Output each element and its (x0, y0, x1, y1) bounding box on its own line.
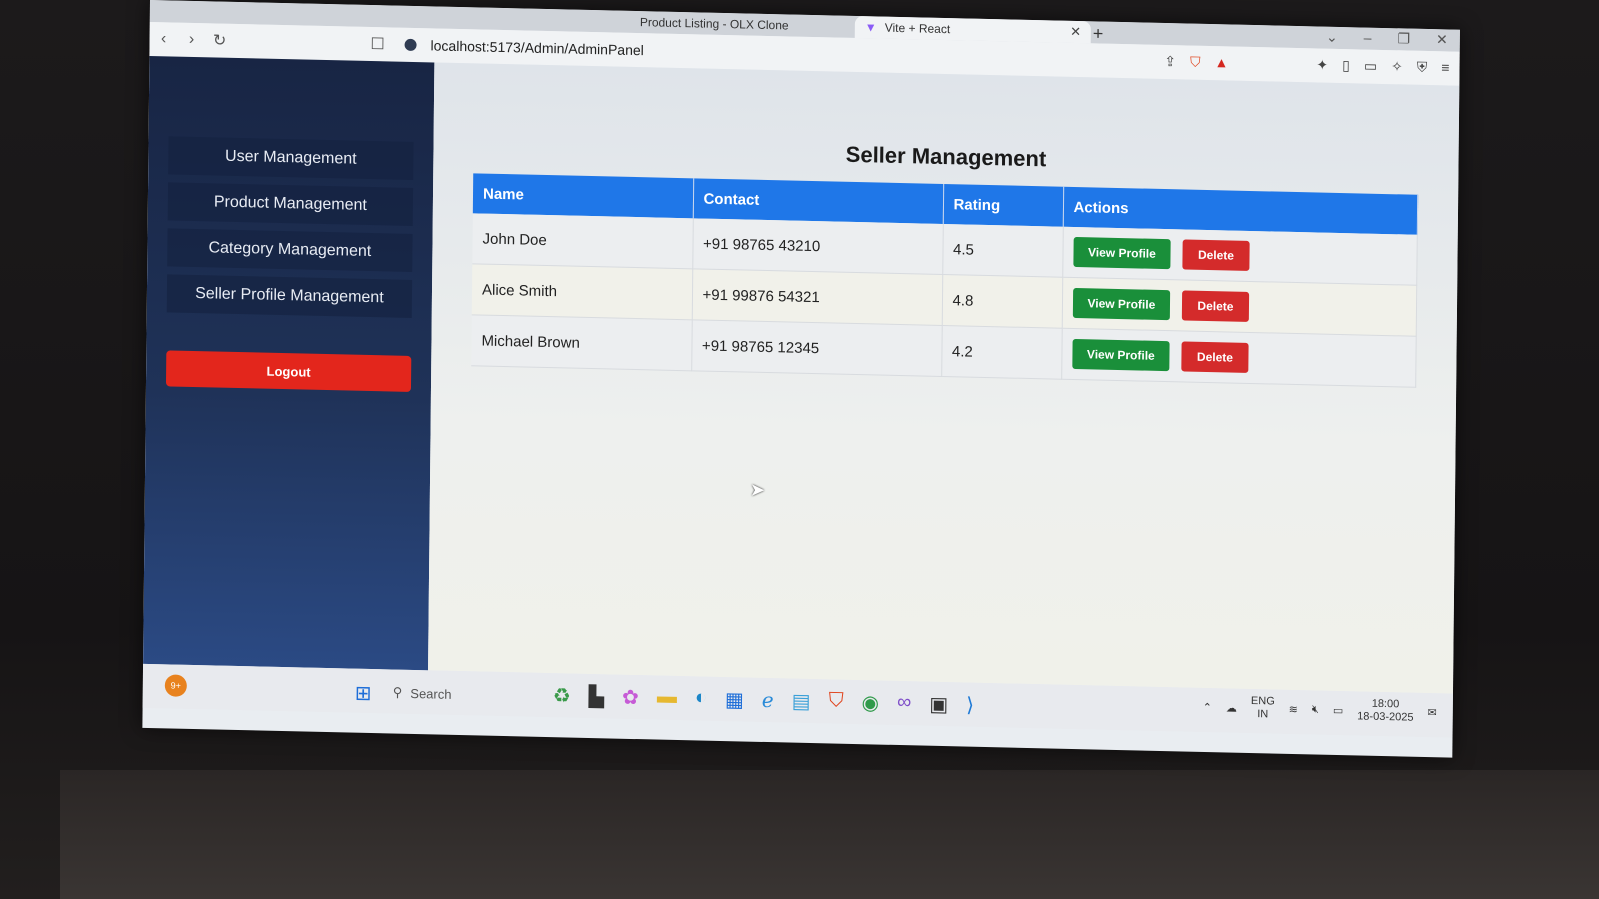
clock-date: 18-03-2025 (1357, 710, 1414, 724)
ie-icon[interactable]: ℯ (762, 688, 774, 713)
seller-name: Michael Brown (471, 314, 692, 371)
copilot-icon[interactable]: ✿ (622, 685, 639, 710)
extension-icons: ⇪ ⛉ ▲ ✦ ▯ ▭ ✧ ⛨ ≡ (1164, 53, 1449, 76)
back-icon[interactable]: ‹ (149, 30, 177, 49)
row-actions: View Profile Delete (1061, 277, 1417, 337)
column-header-name: Name (472, 173, 694, 219)
forward-icon[interactable]: › (177, 31, 205, 50)
bookmark-icon[interactable]: ☐ (363, 34, 391, 55)
vscode-icon[interactable]: ⟩ (966, 693, 974, 718)
window-controls: ⌄ – ❐ ✕ (1326, 29, 1448, 49)
language-indicator[interactable]: ENG IN (1251, 695, 1275, 722)
view-profile-button[interactable]: View Profile (1072, 236, 1171, 270)
edge-icon[interactable]: ◐ (695, 686, 707, 711)
sidebar-item-label: Product Management (213, 193, 367, 214)
view-profile-button[interactable]: View Profile (1071, 338, 1170, 372)
extensions-icon[interactable]: ✦ (1316, 56, 1328, 73)
page-title: Seller Management (845, 141, 1047, 172)
admin-panel: User Management Product Management Categ… (143, 55, 1460, 694)
main-content: Seller Management Name Contact Rating Ac… (428, 62, 1460, 694)
sidebar-item-product-management[interactable]: Product Management (167, 182, 414, 226)
language-label: ENG (1250, 695, 1275, 708)
new-tab-icon[interactable]: + (1093, 23, 1104, 44)
file-explorer-icon[interactable]: ▬ (657, 686, 677, 711)
recycle-icon[interactable]: ♻ (553, 683, 571, 708)
sidebar-item-seller-profile-management[interactable]: Seller Profile Management (166, 274, 413, 318)
wifi-icon[interactable]: ≋ (1289, 702, 1298, 715)
chevron-up-icon[interactable]: ⌃ (1203, 700, 1212, 713)
battery-icon[interactable]: ▭ (1333, 703, 1344, 716)
sidebar-item-user-management[interactable]: User Management (168, 136, 414, 180)
view-profile-button[interactable]: View Profile (1072, 287, 1171, 321)
region-label: IN (1257, 708, 1269, 721)
clock[interactable]: 18:00 18-03-2025 (1357, 697, 1414, 724)
mouse-cursor-icon: ➤ (749, 479, 766, 500)
brave-icon[interactable]: ⛉ (828, 689, 844, 714)
app-icon[interactable]: ▤ (792, 689, 811, 714)
task-view-icon[interactable]: ▙ (589, 684, 605, 709)
delete-button[interactable]: Delete (1181, 341, 1249, 373)
tab-label: Vite + React (884, 20, 951, 37)
laptop-screen: Product Listing - OLX Clone ▼ Vite + Rea… (142, 0, 1460, 758)
taskbar-apps: ♻ ▙ ✿ ▬ ◐ ▦ ℯ ▤ ⛉ ◉ ∞ ▣ ⟩ (553, 683, 975, 718)
sidebar: User Management Product Management Categ… (143, 55, 435, 671)
seller-rating: 4.8 (941, 274, 1063, 329)
visual-studio-icon[interactable]: ∞ (897, 691, 911, 716)
seller-rating: 4.5 (942, 224, 1063, 278)
vpn-icon[interactable]: ⛨ (1417, 59, 1428, 76)
column-header-rating: Rating (942, 184, 1064, 227)
sidebar-item-category-management[interactable]: Category Management (167, 228, 413, 272)
search-placeholder: Search (410, 685, 452, 702)
seller-contact: +91 99876 54321 (691, 268, 943, 326)
seller-contact: +91 98765 43210 (692, 218, 943, 275)
sidebar-item-label: Category Management (208, 239, 372, 261)
volume-muted-icon[interactable]: 🔇︎ (1312, 703, 1319, 716)
store-icon[interactable]: ▦ (725, 687, 744, 712)
reload-icon[interactable]: ↻ (205, 30, 233, 51)
laptop-base (60, 770, 1599, 899)
seller-table: Name Contact Rating Actions John Doe +91… (471, 173, 1418, 388)
search-icon: ⚲ (392, 684, 403, 700)
taskbar-search[interactable]: ⚲ Search (393, 680, 543, 709)
row-actions: View Profile Delete (1061, 328, 1417, 388)
seller-table-container: Name Contact Rating Actions John Doe +91… (471, 173, 1418, 388)
minimize-icon[interactable]: – (1364, 30, 1372, 47)
onedrive-icon[interactable]: ☁ (1226, 701, 1237, 714)
close-tab-icon[interactable]: ✕ (1070, 24, 1081, 40)
close-window-icon[interactable]: ✕ (1436, 31, 1448, 48)
delete-button[interactable]: Delete (1182, 290, 1249, 322)
url-text: localhost:5173/Admin/AdminPanel (430, 37, 644, 59)
system-tray: ⌃ ☁ ENG IN ≋ 🔇︎ ▭ 18:00 18-03-2025 ✉ (1203, 694, 1437, 725)
seller-contact: +91 98765 12345 (691, 319, 942, 377)
menu-icon[interactable]: ≡ (1441, 59, 1449, 76)
restore-icon[interactable]: ❐ (1397, 30, 1410, 47)
logout-button[interactable]: Logout (165, 350, 412, 392)
terminal-icon[interactable]: ▣ (929, 692, 948, 717)
delete-button[interactable]: Delete (1182, 239, 1250, 271)
sidebar-item-label: Seller Profile Management (195, 285, 384, 307)
clock-time: 18:00 (1371, 697, 1400, 711)
brave-shield-icon[interactable]: ⛉ (1190, 54, 1201, 71)
windows-start-icon[interactable]: ⊞ (355, 681, 372, 706)
share-icon[interactable]: ⇪ (1164, 53, 1176, 70)
site-info-icon[interactable] (404, 38, 417, 52)
column-header-contact: Contact (692, 178, 944, 225)
sidebar-item-label: User Management (224, 147, 357, 168)
notifications-icon[interactable]: ✉ (1427, 706, 1436, 719)
row-actions: View Profile Delete (1062, 226, 1418, 286)
brave-rewards-icon[interactable]: ▲ (1214, 54, 1229, 71)
seller-name: Alice Smith (471, 263, 693, 320)
seller-rating: 4.2 (941, 325, 1062, 380)
notification-badge[interactable]: 9+ (164, 674, 187, 697)
leo-icon[interactable]: ✧ (1391, 58, 1403, 75)
vite-icon: ▼ (864, 20, 877, 35)
sidebar-icon[interactable]: ▯ (1342, 57, 1350, 74)
seller-name: John Doe (472, 213, 693, 269)
tab-label: Product Listing - OLX Clone (639, 15, 789, 33)
chrome-icon[interactable]: ◉ (861, 690, 879, 715)
chevron-down-icon[interactable]: ⌄ (1326, 29, 1338, 46)
wallet-icon[interactable]: ▭ (1364, 58, 1377, 75)
